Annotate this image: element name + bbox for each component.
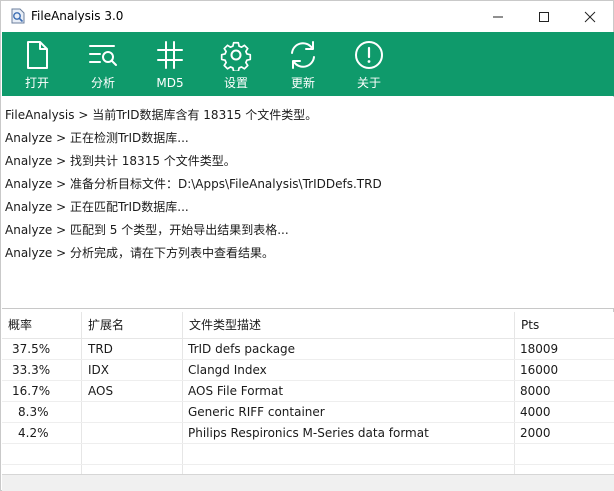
table-row[interactable]: 16.7% AOS AOS File Format 8000	[2, 381, 614, 402]
minimize-button[interactable]	[475, 1, 521, 32]
app-window: FileAnalysis 3.0 打开 分析 MD5 设置 更新 关于 File…	[0, 0, 614, 491]
log-line: Analyze > 分析完成，请在下方列表中查看结果。	[5, 246, 274, 260]
log-output[interactable]: FileAnalysis > 当前TrID数据库含有 18315 个文件类型。 …	[2, 97, 614, 309]
cell-extension: TRD	[88, 342, 113, 356]
toolbar-settings-label: 设置	[223, 76, 248, 90]
list-search-icon	[89, 45, 117, 66]
toolbar-open-label: 打开	[24, 76, 49, 90]
cell-probability: 8.3%	[18, 405, 49, 419]
results-table[interactable]: 概率 扩展名 文件类型描述 Pts 37.5% TRD TrID defs pa…	[2, 312, 614, 474]
log-line: Analyze > 正在检测TrID数据库...	[5, 131, 189, 145]
toolbar-about-button[interactable]: 关于	[338, 32, 400, 96]
log-line: Analyze > 准备分析目标文件：D:\Apps\FileAnalysis\…	[5, 177, 382, 191]
column-header-extension[interactable]: 扩展名	[82, 312, 182, 338]
table-row[interactable]: 4.2% Philips Respironics M-Series data f…	[2, 423, 614, 444]
toolbar-settings-button[interactable]: 设置	[205, 32, 267, 96]
minimize-icon	[493, 16, 503, 17]
maximize-icon	[539, 11, 549, 22]
cell-description: Clangd Index	[188, 363, 267, 377]
info-icon	[355, 41, 383, 69]
toolbar-open-button[interactable]: 打开	[6, 32, 68, 96]
column-header-probability[interactable]: 概率	[2, 312, 81, 338]
toolbar-update-label: 更新	[290, 76, 315, 90]
gear-icon	[220, 41, 252, 71]
app-logo-icon	[11, 8, 25, 24]
refresh-icon	[291, 41, 315, 69]
toolbar-update-button[interactable]: 更新	[272, 32, 334, 96]
file-icon	[27, 41, 48, 69]
toolbar-analyze-label: 分析	[90, 76, 115, 90]
cell-probability: 37.5%	[12, 342, 51, 356]
cell-probability: 16.7%	[12, 384, 51, 398]
cell-pts: 8000	[520, 384, 551, 398]
toolbar-md5-button[interactable]: MD5	[139, 32, 201, 96]
cell-description: AOS File Format	[188, 384, 284, 398]
log-line: Analyze > 匹配到 5 个类型，开始导出结果到表格...	[5, 223, 289, 237]
status-bar	[2, 474, 614, 491]
cell-extension: IDX	[88, 363, 109, 377]
cell-description: Generic RIFF container	[188, 405, 325, 419]
cell-description: TrID defs package	[188, 342, 296, 356]
close-button[interactable]	[567, 1, 613, 32]
maximize-button[interactable]	[521, 1, 567, 32]
hash-icon	[157, 41, 183, 69]
table-row[interactable]: 37.5% TRD TrID defs package 18009	[2, 339, 614, 360]
cell-pts: 16000	[520, 363, 559, 377]
toolbar-analyze-button[interactable]: 分析	[72, 32, 134, 96]
cell-probability: 4.2%	[18, 426, 49, 440]
toolbar-md5-label: MD5	[156, 76, 184, 90]
log-line: Analyze > 找到共计 18315 个文件类型。	[5, 154, 236, 168]
close-icon	[584, 11, 596, 22]
table-row-empty	[2, 444, 614, 465]
cell-description: Philips Respironics M-Series data format	[188, 426, 429, 440]
toolbar-about-label: 关于	[356, 76, 381, 90]
cell-extension: AOS	[88, 384, 114, 398]
column-header-pts[interactable]: Pts	[515, 312, 614, 338]
table-row[interactable]: 8.3% Generic RIFF container 4000	[2, 402, 614, 423]
toolbar: 打开 分析 MD5 设置 更新 关于	[2, 32, 614, 96]
column-header-description[interactable]: 文件类型描述	[183, 312, 514, 338]
log-line: Analyze > 正在匹配TrID数据库...	[5, 200, 189, 214]
cell-pts: 2000	[520, 426, 551, 440]
cell-pts: 4000	[520, 405, 551, 419]
window-title: FileAnalysis 3.0	[31, 9, 124, 23]
log-line: FileAnalysis > 当前TrID数据库含有 18315 个文件类型。	[5, 108, 318, 122]
cell-probability: 33.3%	[12, 363, 51, 377]
cell-pts: 18009	[520, 342, 559, 356]
table-row[interactable]: 33.3% IDX Clangd Index 16000	[2, 360, 614, 381]
title-bar[interactable]: FileAnalysis 3.0	[1, 1, 613, 32]
